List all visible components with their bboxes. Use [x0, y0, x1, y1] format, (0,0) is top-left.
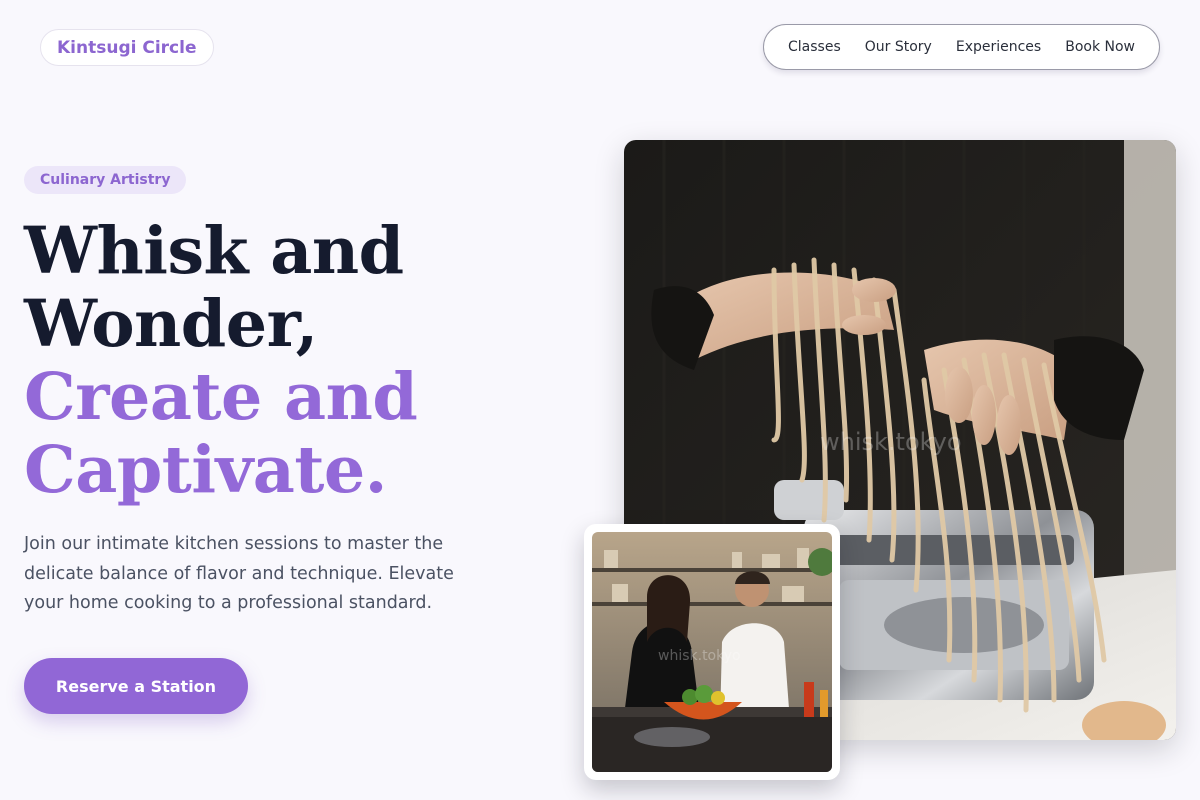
- secondary-image-couple-cooking: whisk.tokyo: [592, 532, 832, 772]
- hero-description: Join our intimate kitchen sessions to ma…: [24, 534, 454, 613]
- top-nav: Classes Our Story Experiences Book Now: [763, 24, 1160, 70]
- nav-experiences[interactable]: Experiences: [956, 39, 1041, 55]
- hero-title-line4: Captivate.: [24, 432, 387, 508]
- hero-title-line2: Wonder,: [24, 286, 318, 362]
- hero-title-line3: Create and: [24, 359, 418, 435]
- category-badge: Culinary Artistry: [24, 166, 187, 194]
- hero-title: Whisk and Wonder, Create and Captivate.: [24, 213, 418, 508]
- nav-book-now[interactable]: Book Now: [1065, 39, 1135, 55]
- hero-title-line1: Whisk and: [24, 213, 404, 289]
- secondary-image-card: whisk.tokyo: [584, 524, 840, 780]
- brand-logo[interactable]: Kintsugi Circle: [40, 29, 214, 66]
- hero-image-watermark: whisk.tokyo: [820, 428, 962, 456]
- secondary-image-watermark: whisk.tokyo: [658, 648, 741, 664]
- nav-classes[interactable]: Classes: [788, 39, 841, 55]
- brand-name: Kintsugi Circle: [57, 37, 197, 58]
- reserve-station-button[interactable]: Reserve a Station: [24, 658, 248, 714]
- category-badge-label: Culinary Artistry: [40, 172, 171, 188]
- nav-our-story[interactable]: Our Story: [865, 39, 932, 55]
